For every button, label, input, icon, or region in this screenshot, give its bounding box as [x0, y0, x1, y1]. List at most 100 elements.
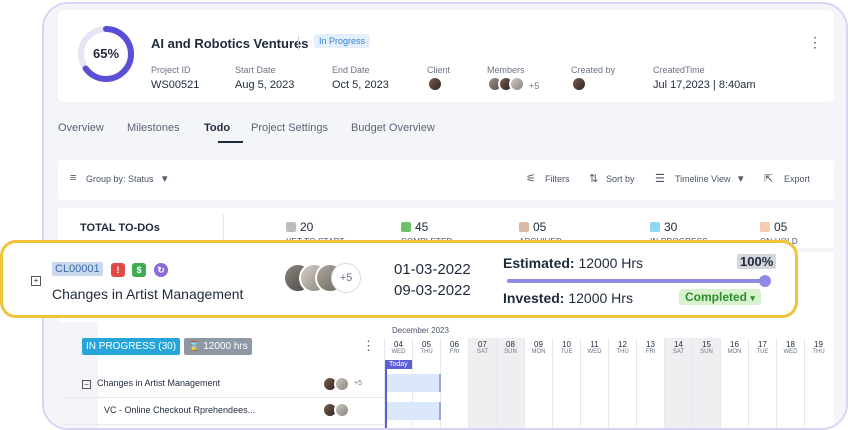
day-weekday: MON [531, 349, 546, 355]
status-color-swatch [401, 222, 411, 232]
client-avatar[interactable] [427, 76, 443, 92]
day-weekday: WED [391, 349, 406, 355]
day-number: 14 [674, 340, 683, 349]
filters-button[interactable]: Filters [545, 174, 570, 184]
task-progress-handle[interactable] [759, 275, 771, 287]
timeline-icon[interactable]: ☰ [655, 172, 665, 185]
filter-icon[interactable]: ⚟ [526, 172, 536, 185]
invested-hours: Invested: 12000 Hrs [503, 290, 633, 306]
invested-value: 12000 Hrs [568, 290, 633, 306]
tab-todo[interactable]: Todo [204, 122, 230, 134]
task-member-avatar[interactable] [334, 402, 350, 418]
export-button[interactable]: Export [784, 174, 810, 184]
task-name: Changes in Artist Management [97, 378, 221, 388]
stat-count: 20 [300, 220, 314, 234]
day-number: 16 [730, 340, 739, 349]
day-weekday: SUN [700, 349, 713, 355]
tab-project-settings[interactable]: Project Settings [251, 122, 328, 134]
project-id-value: WS00521 [151, 79, 200, 91]
task-status-dropdown[interactable]: Completed ▾ [679, 289, 761, 305]
sort-by-button[interactable]: Sort by [606, 174, 635, 184]
member-avatar[interactable] [509, 76, 525, 92]
timeline-day-column: 11 WED [580, 338, 608, 428]
day-number: 17 [758, 340, 767, 349]
end-date-value: Oct 5, 2023 [332, 79, 389, 91]
sort-icon[interactable]: ⇅ [589, 172, 598, 185]
estimated-hours: Estimated: 12000 Hrs [503, 255, 643, 271]
day-weekday: FRI [449, 349, 460, 355]
task-row[interactable]: − Changes in Artist Management [82, 378, 220, 389]
task-progress-track[interactable] [507, 279, 769, 283]
timeline-day-column: 09 MON [524, 338, 552, 428]
timeline-day-column: 12 THU [608, 338, 636, 428]
summary-title: TOTAL TO-DOs [80, 222, 160, 234]
stat-count: 45 [415, 220, 429, 234]
billable-dollar-icon[interactable]: $ [132, 263, 146, 277]
timeline-day-column: 17 TUE [748, 338, 776, 428]
recurring-icon[interactable]: ↻ [154, 263, 168, 277]
task-name: VC - Online Checkout Rprehendees... [104, 405, 256, 415]
task-members-more[interactable]: +5 [354, 380, 362, 387]
app-frame: 65% AI and Robotics Ventures In Progress… [42, 2, 848, 430]
timeline-grid: December 2023 04 WED 05 THU 06 FRI 07 SAT 08 SUN 0… [384, 322, 834, 428]
expand-icon[interactable]: + [31, 276, 41, 286]
task-timeline-bar[interactable] [387, 374, 441, 392]
created-time-value: Jul 17,2023 | 8:40am [653, 79, 756, 91]
active-tab-indicator [218, 141, 243, 143]
day-number: 09 [534, 340, 543, 349]
timeline-day-column: 07 SAT [468, 338, 496, 428]
creator-avatar[interactable] [571, 76, 587, 92]
tab-milestones[interactable]: Milestones [127, 122, 180, 134]
day-number: 12 [618, 340, 627, 349]
progress-percent: 65% [92, 46, 120, 61]
day-weekday: SAT [476, 349, 489, 355]
chevron-down-icon[interactable]: ▾ [162, 172, 168, 185]
status-color-swatch [519, 222, 529, 232]
day-number: 06 [450, 340, 459, 349]
day-number: 08 [506, 340, 515, 349]
view-dropdown[interactable]: Timeline View [675, 174, 731, 184]
day-weekday: TUE [560, 349, 573, 355]
collapse-icon[interactable]: − [82, 380, 91, 389]
tab-overview[interactable]: Overview [58, 122, 104, 134]
group-icon[interactable]: ≡ [70, 172, 76, 184]
chevron-down-icon: ▾ [750, 293, 755, 303]
task-members-more[interactable]: +5 [331, 263, 361, 293]
group-status-chip[interactable]: IN PROGRESS (30) [82, 338, 181, 355]
members-label: Members [487, 65, 525, 75]
members-more-count[interactable]: +5 [529, 81, 539, 91]
start-date-value: Aug 5, 2023 [235, 79, 295, 91]
priority-alert-icon[interactable]: ! [111, 263, 125, 277]
day-weekday: SUN [504, 349, 517, 355]
project-status-badge[interactable]: In Progress [314, 34, 371, 48]
day-number: 04 [394, 340, 403, 349]
day-weekday: MON [727, 349, 742, 355]
row-divider [64, 397, 384, 398]
task-timeline-bar[interactable] [387, 402, 441, 420]
row-divider [64, 424, 384, 425]
export-icon[interactable]: ⇱ [764, 172, 773, 185]
stat-count: 05 [533, 220, 547, 234]
day-weekday: WED [587, 349, 602, 355]
task-row[interactable]: VC - Online Checkout Rprehendees... [104, 405, 255, 415]
day-number: 18 [786, 340, 795, 349]
task-id-badge: CL00001 [52, 262, 103, 276]
day-weekday: SAT [672, 349, 685, 355]
end-date-label: End Date [332, 65, 370, 75]
more-options-icon[interactable]: ⋮ [808, 34, 822, 51]
timeline-day-column: 19 THU [804, 338, 832, 428]
chevron-down-icon[interactable]: ▾ [738, 172, 744, 185]
start-date-label: Start Date [235, 65, 276, 75]
timeline-day-column: 14 SAT [664, 338, 692, 428]
client-label: Client [427, 65, 451, 75]
task-member-avatar[interactable] [334, 376, 350, 392]
day-number: 15 [702, 340, 711, 349]
group-more-icon[interactable]: ⋮ [362, 338, 375, 354]
tab-budget-overview[interactable]: Budget Overview [351, 122, 435, 134]
group-by-dropdown[interactable]: Group by: Status [86, 174, 154, 184]
highlighted-task-card[interactable]: + CL00001 ! $ ↻ Changes in Artist Manage… [0, 240, 798, 318]
timeline-day-column: 18 WED [776, 338, 804, 428]
timeline-day-column: 13 FRI [636, 338, 664, 428]
timeline-day-column: 08 SUN [496, 338, 524, 428]
timeline-day-column: 16 MON [720, 338, 748, 428]
